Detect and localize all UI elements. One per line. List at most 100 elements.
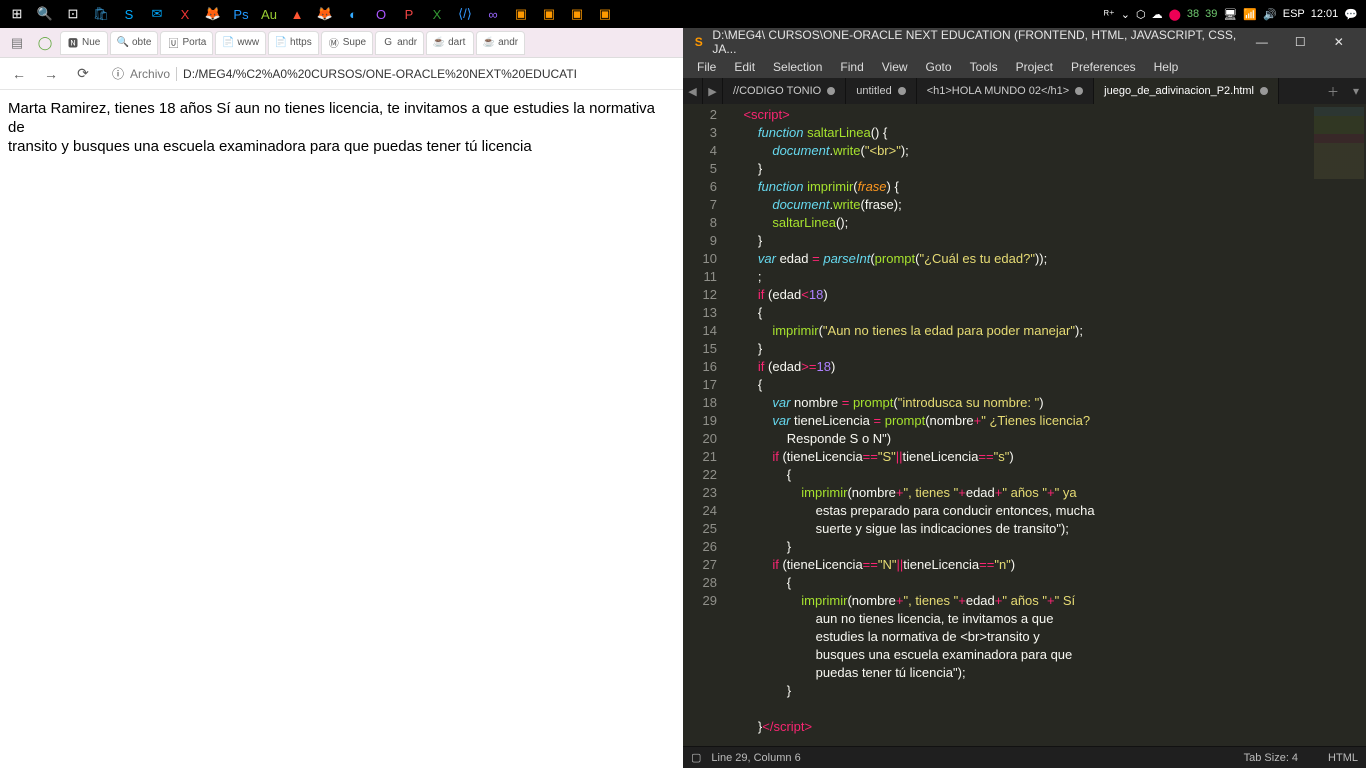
maximize-button[interactable]: ☐ (1281, 28, 1319, 56)
page-text-line: Marta Ramirez, tienes 18 años Sí aun no … (8, 100, 675, 138)
favicon: 🔍 (117, 37, 129, 49)
notifications-icon[interactable]: 💬 (1344, 8, 1358, 21)
browser-tab[interactable]: ☕andr (476, 31, 525, 55)
favicon: 🅄 (167, 37, 179, 49)
address-bar[interactable]: ⓘ Archivo D:/MEG4/%C2%A0%20CURSOS/ONE-OR… (104, 63, 675, 84)
code-area[interactable]: <script> function saltarLinea() { docume… (723, 104, 1306, 746)
taskbar-app-win[interactable]: ⊞ (4, 4, 30, 24)
tray-icon[interactable]: ☁ (1152, 8, 1163, 21)
menu-help[interactable]: Help (1146, 58, 1187, 76)
taskbar-app-au[interactable]: Au (256, 4, 282, 24)
sublime-icon: S (691, 34, 706, 50)
taskbar-app-bee[interactable]: 🦊 (200, 4, 226, 24)
browser-tab[interactable]: ☕dart (426, 31, 474, 55)
ime-indicator[interactable]: ESP (1283, 8, 1305, 20)
temp-reading: 39 (1205, 8, 1217, 20)
home-icon[interactable]: ◯ (32, 33, 58, 53)
menu-goto[interactable]: Goto (918, 58, 960, 76)
browser-tab[interactable]: Gandr (375, 31, 424, 55)
statusbar: ▢ Line 29, Column 6 Tab Size: 4 HTML (683, 746, 1366, 768)
dirty-indicator-icon (1075, 87, 1083, 95)
menu-project[interactable]: Project (1008, 58, 1061, 76)
tab-label: untitled (856, 85, 891, 97)
display-icon[interactable]: 🖥 (1223, 8, 1237, 21)
browser-tab[interactable]: 🅽Nue (60, 31, 108, 55)
taskbar-app-vsc[interactable]: ⟨/⟩ (452, 4, 478, 24)
taskbar-app-search[interactable]: 🔍 (32, 4, 58, 24)
people-icon[interactable]: ᴿ⁺ (1104, 8, 1115, 21)
editor-tab[interactable]: juego_de_adivinacion_P2.html (1094, 78, 1279, 104)
taskbar-app-brave[interactable]: ▲ (284, 4, 310, 24)
menubar: FileEditSelectionFindViewGotoToolsProjec… (683, 56, 1366, 78)
tab-label: andr (498, 37, 518, 48)
syntax-mode[interactable]: HTML (1328, 752, 1358, 764)
menu-find[interactable]: Find (832, 58, 871, 76)
dirty-indicator-icon (827, 87, 835, 95)
tab-label: Porta (182, 37, 206, 48)
taskbar-app-fm2[interactable]: ▣ (564, 4, 590, 24)
taskbar-app-store[interactable]: 🛍 (88, 4, 114, 24)
browser-tab[interactable]: 🅄Porta (160, 31, 213, 55)
browser-tab[interactable]: 📄https (268, 31, 319, 55)
titlebar: S D:\MEG4\ CURSOS\ONE-ORACLE NEXT EDUCAT… (683, 28, 1366, 56)
menu-preferences[interactable]: Preferences (1063, 58, 1144, 76)
favicon: 📄 (222, 37, 234, 49)
taskbar-app-fm1[interactable]: ▣ (536, 4, 562, 24)
editor: 2345678910111213141516171819202122232425… (683, 104, 1366, 746)
editor-tab[interactable]: //CODIGO TONIO (723, 78, 846, 104)
sidebar-toggle-icon[interactable]: ▤ (4, 33, 30, 53)
tab-label: dart (448, 37, 465, 48)
taskbar-app-mail[interactable]: ✉ (144, 4, 170, 24)
tab-label: juego_de_adivinacion_P2.html (1104, 85, 1254, 97)
taskbar-app-tasks[interactable]: ⊡ (60, 4, 86, 24)
browser-toolbar: ← → ⟳ ⓘ Archivo D:/MEG4/%C2%A0%20CURSOS/… (0, 58, 683, 90)
tray-icon[interactable]: ⬤ (1169, 8, 1181, 21)
sound-icon[interactable]: 🔊 (1263, 8, 1277, 21)
tab-menu-button[interactable]: ▾ (1353, 84, 1359, 98)
tab-label: Nue (82, 37, 100, 48)
taskbar-app-opera[interactable]: O (368, 4, 394, 24)
editor-tab[interactable]: <h1>HOLA MUNDO 02</h1> (917, 78, 1094, 104)
cursor-position: Line 29, Column 6 (711, 752, 800, 764)
tab-size[interactable]: Tab Size: 4 (1244, 752, 1298, 764)
wifi-icon[interactable]: 📶 (1243, 8, 1257, 21)
panel-toggle-icon[interactable]: ▢ (691, 751, 701, 764)
editor-tab[interactable]: untitled (846, 78, 916, 104)
taskbar-app-pp[interactable]: P (396, 4, 422, 24)
reload-button[interactable]: ⟳ (72, 63, 94, 85)
menu-file[interactable]: File (689, 58, 724, 76)
back-button[interactable]: ← (8, 63, 30, 85)
site-info-icon[interactable]: ⓘ (112, 65, 124, 82)
chevron-down-icon[interactable]: ⌄ (1121, 8, 1130, 21)
taskbar-app-firefox[interactable]: 🦊 (312, 4, 338, 24)
browser-tab[interactable]: 📄www (215, 31, 266, 55)
taskbar-app-edge[interactable]: ◐ (340, 4, 366, 24)
tray-icon[interactable]: ⬡ (1136, 8, 1146, 21)
favicon: 📄 (275, 37, 287, 49)
minimize-button[interactable]: — (1243, 28, 1281, 56)
menu-view[interactable]: View (874, 58, 916, 76)
taskbar-app-x[interactable]: X (172, 4, 198, 24)
taskbar-app-skype[interactable]: S (116, 4, 142, 24)
taskbar-app-term[interactable]: ▣ (508, 4, 534, 24)
favicon: Ⓜ (328, 37, 340, 49)
taskbar-app-fm3[interactable]: ▣ (592, 4, 618, 24)
minimap[interactable] (1306, 104, 1366, 746)
close-button[interactable]: ✕ (1320, 28, 1358, 56)
clock[interactable]: 12:01 (1311, 8, 1339, 20)
forward-button[interactable]: → (40, 63, 62, 85)
browser-tab[interactable]: 🔍obte (110, 31, 158, 55)
tab-nav-right[interactable]: ▶ (703, 78, 723, 104)
tab-label: //CODIGO TONIO (733, 85, 821, 97)
window-title: D:\MEG4\ CURSOS\ONE-ORACLE NEXT EDUCATIO… (712, 28, 1242, 56)
taskbar-app-xl[interactable]: X (424, 4, 450, 24)
new-tab-button[interactable]: ＋ (1327, 83, 1339, 100)
menu-tools[interactable]: Tools (962, 58, 1006, 76)
menu-edit[interactable]: Edit (726, 58, 763, 76)
tab-nav-left[interactable]: ◀ (683, 78, 703, 104)
editor-tabbar: ◀ ▶ //CODIGO TONIO untitled <h1>HOLA MUNDO… (683, 78, 1366, 104)
menu-selection[interactable]: Selection (765, 58, 830, 76)
taskbar-app-vs[interactable]: ∞ (480, 4, 506, 24)
browser-tab[interactable]: ⓂSupe (321, 31, 373, 55)
taskbar-app-ps[interactable]: Ps (228, 4, 254, 24)
